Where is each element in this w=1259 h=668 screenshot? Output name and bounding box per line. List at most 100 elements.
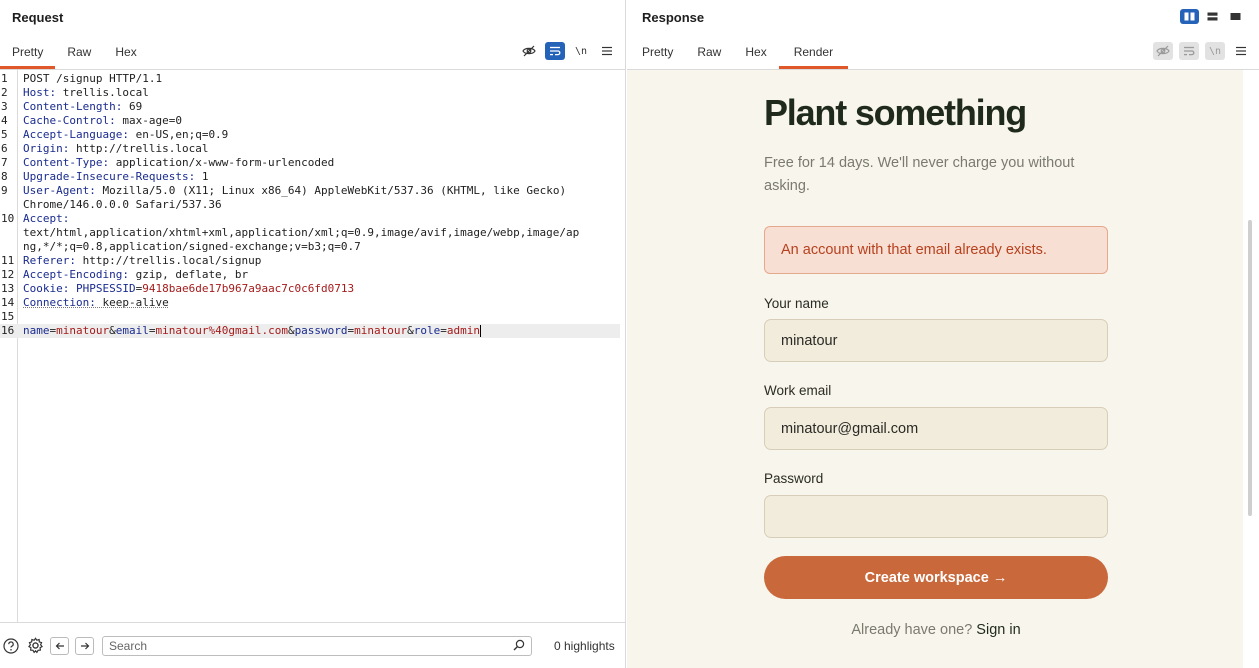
param-value: admin [446,324,481,337]
response-pane: Response Pretty Raw Hex Render \n Plant … [627,0,1259,668]
code-line: 3 Content-Length: 69 [0,100,620,114]
response-tools: \n [1153,42,1251,60]
line-content: Origin: http://trellis.local [23,142,209,155]
wrap-icon[interactable] [545,42,565,60]
header-value: Mozilla/5.0 (X11; Linux x86_64) AppleWeb… [95,184,567,197]
plain-text: POST /signup HTTP/1.1 [23,72,163,85]
line-number: 8 [1,170,8,183]
response-title: Response [642,9,705,25]
email-label: Work email [764,383,832,398]
email-field[interactable] [764,407,1108,450]
header-value: 69 [122,100,143,113]
code-line: 1 POST /signup HTTP/1.1 [0,72,620,86]
response-tabbar: Pretty Raw Hex Render \n [627,34,1259,70]
line-content: text/html,application/xhtml+xml,applicat… [18,226,579,240]
code-line: 7 Content-Type: application/x-www-form-ur… [0,156,620,170]
password-field[interactable] [764,495,1108,538]
header-value: trellis.local [56,86,149,99]
cookie-value: 9418bae6de17b967a9aac7c0c6fd0713 [142,282,355,295]
param-value: minatour [56,324,110,337]
header-key: Cookie [23,282,63,295]
line-content: Connection: keep-alive [23,296,169,309]
split-columns-icon[interactable] [1180,9,1199,24]
param-key: password [294,324,348,337]
split-rows-icon[interactable] [1203,9,1222,24]
response-header: Response [627,0,1259,34]
line-content: Cache-Control: max-age=0 [23,114,182,127]
code-line: Chrome/146.0.0.0 Safari/537.36 [0,198,620,212]
signin-link[interactable]: Sign in [976,622,1020,638]
header-value: max-age=0 [115,114,182,127]
line-number: 3 [1,100,8,113]
tab-response-hex[interactable]: Hex [733,33,778,69]
newline-icon[interactable]: \n [571,42,591,60]
render-view: Plant something Free for 14 days. We'll … [627,70,1243,668]
search-icon[interactable] [513,636,525,655]
search-input[interactable] [109,638,499,653]
line-number: 16 [1,324,15,337]
tab-response-render[interactable]: Render [778,33,849,69]
line-number: 2 [1,86,8,99]
search-box [102,635,532,656]
cookie-name: PHPSESSID [76,282,136,295]
menu-icon[interactable] [597,42,617,60]
create-workspace-button[interactable]: Create workspace → [764,556,1108,599]
request-editor[interactable]: 1 POST /signup HTTP/1.1 2 Host: trellis.loc… [0,70,626,622]
tab-request-hex[interactable]: Hex [103,33,148,69]
request-title: Request [12,9,64,25]
tab-response-raw[interactable]: Raw [685,33,733,69]
header-key: Content-Length [23,100,116,113]
signin-prompt: Already have one? Sign in [764,622,1108,638]
newline-icon[interactable]: \n [1205,42,1225,60]
header-value: keep-alive [95,296,169,309]
line-content: Cookie: PHPSESSID=9418bae6de17b967a9aac7… [23,282,355,295]
line-content: name=minatour&email=minatour%40gmail.com… [23,324,482,337]
line-content [18,310,23,324]
header-value: en-US,en;q=0.9 [128,128,229,141]
help-icon[interactable] [2,637,20,655]
param-key: name [23,324,50,337]
eye-slash-icon[interactable] [519,42,539,60]
gear-icon[interactable] [26,637,44,655]
line-content: Accept-Language: en-US,en;q=0.9 [23,128,229,141]
code-line: 2 Host: trellis.local [0,86,620,100]
request-tools: \n [519,42,617,60]
name-field[interactable] [764,319,1108,362]
line-content: Upgrade-Insecure-Requests: 1 [23,170,209,183]
header-key: Accept [23,212,63,225]
menu-icon[interactable] [1231,42,1251,60]
wrap-icon[interactable] [1179,42,1199,60]
text-caret [480,325,482,337]
header-key: Accept-Encoding [23,268,123,281]
line-content: Content-Length: 69 [23,100,143,113]
line-number: 5 [1,128,8,141]
code-line: 11 Referer: http://trellis.local/signup [0,254,620,268]
header-value: http://trellis.local/signup [75,254,262,267]
header-key: Origin [23,142,63,155]
scrollbar-thumb[interactable] [1248,220,1252,516]
code-line: 5 Accept-Language: en-US,en;q=0.9 [0,128,620,142]
render-scrollbar[interactable] [1243,70,1259,668]
header-key: Accept-Language [23,128,123,141]
tab-request-raw[interactable]: Raw [55,33,103,69]
line-content: User-Agent: Mozilla/5.0 (X11; Linux x86_… [23,184,567,197]
header-key: Content-Type [23,156,103,169]
page-title: Plant something [764,92,1027,133]
single-pane-icon[interactable] [1226,9,1245,24]
param-value: minatour [354,324,408,337]
plain-text: Chrome/146.0.0.0 Safari/537.36 [23,198,222,211]
code-line: 8 Upgrade-Insecure-Requests: 1 [0,170,620,184]
line-number: 7 [1,156,8,169]
back-arrow-icon[interactable] [50,636,69,655]
forward-arrow-icon[interactable] [75,636,94,655]
line-number: 10 [1,212,15,225]
request-pane: Request Pretty Raw Hex \n 1 POST /signup … [0,0,626,668]
line-number [0,198,18,212]
tab-response-pretty[interactable]: Pretty [630,33,685,69]
request-footer: 0 highlights [0,622,626,668]
eye-slash-icon[interactable] [1153,42,1173,60]
code-line: 9 User-Agent: Mozilla/5.0 (X11; Linux x86… [0,184,620,198]
tab-request-pretty[interactable]: Pretty [0,33,56,69]
header-key: Connection [23,296,90,309]
line-content: Accept: [23,212,70,225]
